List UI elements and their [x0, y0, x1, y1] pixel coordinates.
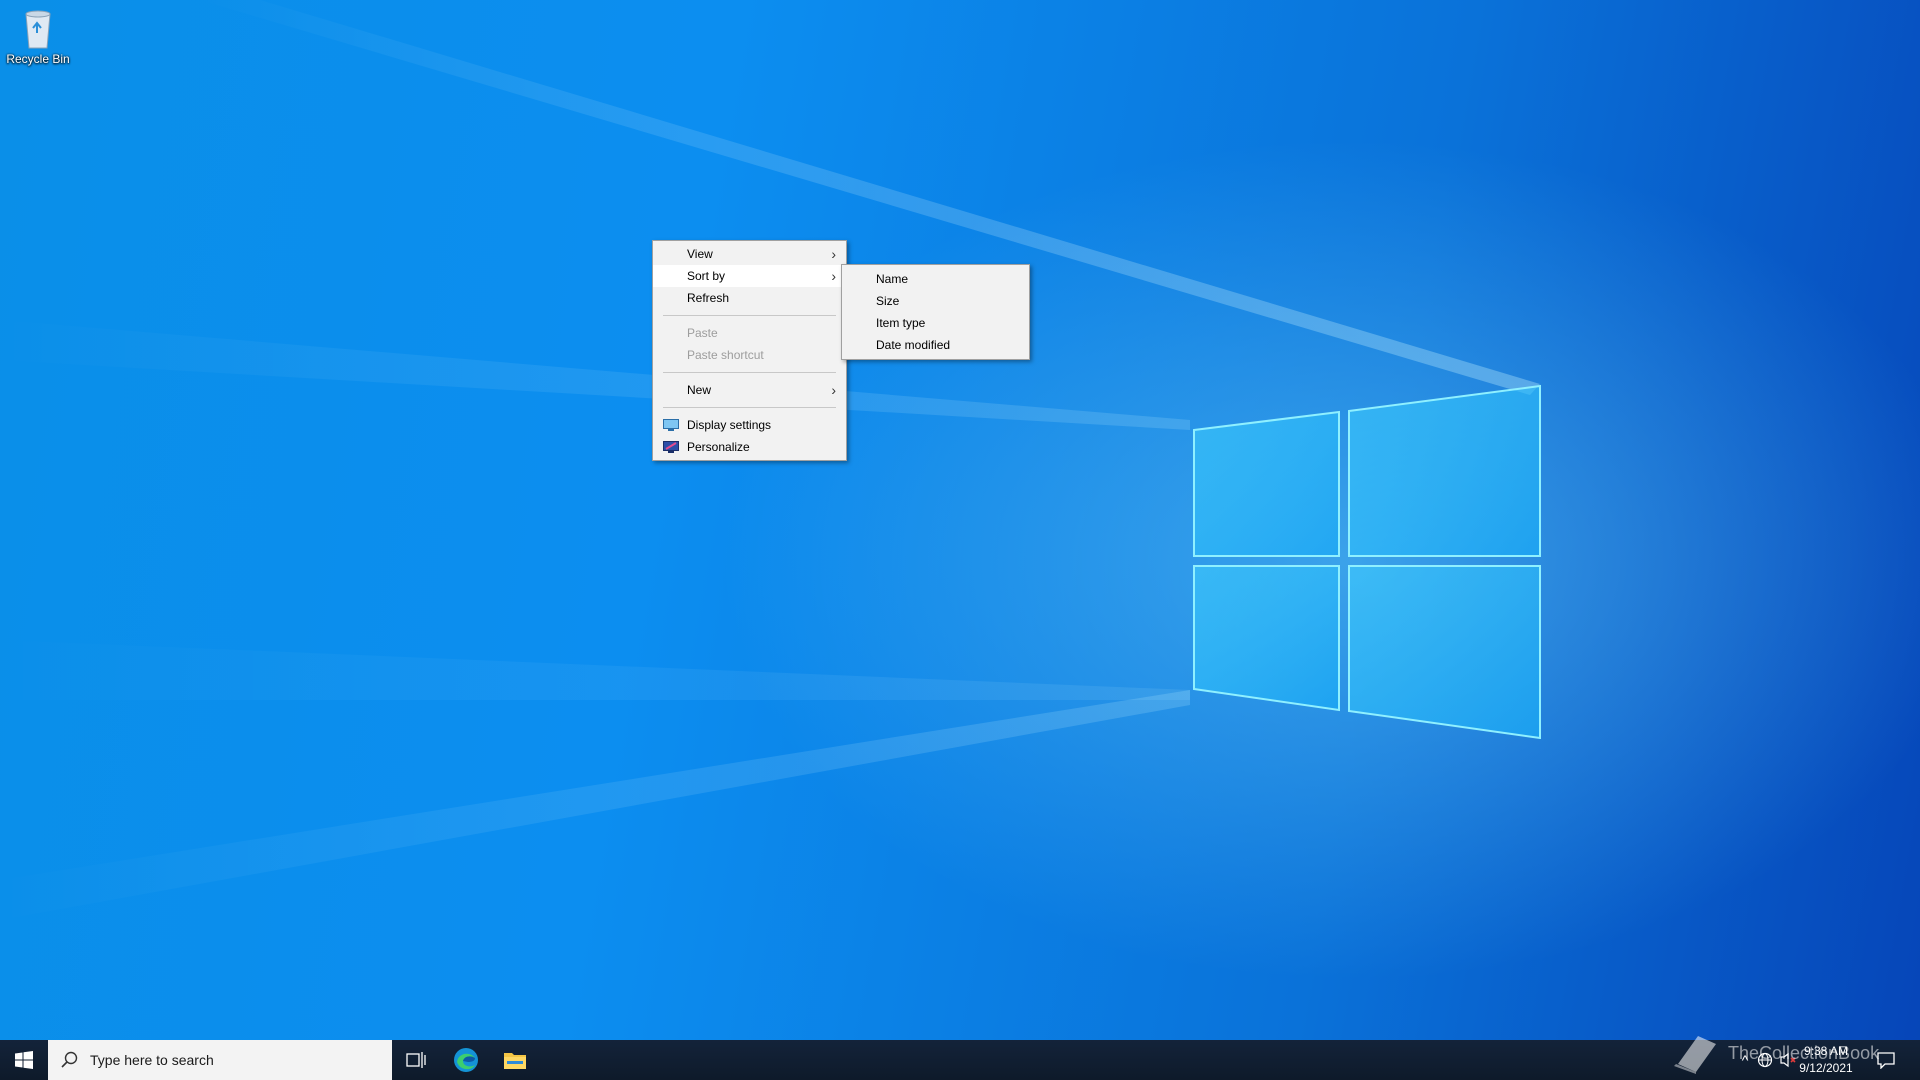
sort-option-name[interactable]: Name	[842, 268, 1029, 290]
menu-item-personalize[interactable]: Personalize	[653, 436, 846, 458]
sort-option-date-modified[interactable]: Date modified	[842, 334, 1029, 356]
menu-item-paste-shortcut[interactable]: Paste shortcut	[653, 344, 846, 366]
menu-item-label: Refresh	[687, 291, 730, 305]
windows-logo-wallpaper	[1193, 384, 1541, 739]
watermark-text: TheCollectionBook	[1728, 1043, 1880, 1063]
recycle-bin-icon	[25, 10, 51, 49]
notification-icon	[1877, 1052, 1895, 1069]
file-explorer-taskbar-button[interactable]	[491, 1040, 539, 1080]
taskbar-search-box[interactable]: Type here to search	[48, 1040, 392, 1080]
watermark-book-icon	[1674, 1036, 1716, 1074]
wallpaper	[0, 0, 1920, 1080]
file-explorer-icon	[504, 1053, 526, 1069]
display-icon	[663, 419, 679, 431]
menu-item-label: Personalize	[687, 440, 750, 454]
windows-start-icon	[15, 1051, 33, 1069]
menu-item-view[interactable]: View ›	[653, 243, 846, 265]
menu-separator	[663, 407, 836, 408]
personalize-icon	[663, 441, 679, 453]
search-placeholder: Type here to search	[90, 1052, 214, 1068]
menu-item-refresh[interactable]: Refresh	[653, 287, 846, 309]
desktop-context-menu: View › Sort by › Refresh Paste Paste sho…	[652, 240, 847, 461]
menu-item-label: Paste	[687, 326, 718, 340]
sort-option-item-type[interactable]: Item type	[842, 312, 1029, 334]
start-button[interactable]	[0, 1040, 48, 1080]
desktop-icon-label: Recycle Bin	[6, 52, 70, 66]
desktop-icon-recycle-bin[interactable]: Recycle Bin	[4, 6, 72, 66]
menu-item-label: Display settings	[687, 418, 772, 432]
search-icon	[61, 1051, 78, 1068]
task-view-button[interactable]	[392, 1040, 440, 1080]
edge-taskbar-button[interactable]	[442, 1040, 490, 1080]
menu-separator	[663, 315, 836, 316]
chevron-right-icon: ›	[831, 268, 836, 284]
sort-option-size[interactable]: Size	[842, 290, 1029, 312]
menu-item-label: View	[687, 247, 713, 261]
menu-item-paste[interactable]: Paste	[653, 322, 846, 344]
menu-item-label: Paste shortcut	[687, 348, 764, 362]
taskbar: Type here to search ^ 9:38 AM 9/12/2021	[0, 1040, 1920, 1080]
menu-item-sort-by[interactable]: Sort by ›	[653, 265, 846, 287]
menu-item-label: New	[687, 383, 712, 397]
chevron-right-icon: ›	[831, 246, 836, 262]
sort-by-submenu: Name Size Item type Date modified	[841, 264, 1030, 360]
task-view-icon	[406, 1052, 426, 1068]
edge-icon	[454, 1048, 478, 1072]
chevron-right-icon: ›	[831, 382, 836, 398]
menu-separator	[663, 372, 836, 373]
menu-item-display-settings[interactable]: Display settings	[653, 414, 846, 436]
menu-item-new[interactable]: New ›	[653, 379, 846, 401]
menu-item-label: Sort by	[687, 269, 726, 283]
